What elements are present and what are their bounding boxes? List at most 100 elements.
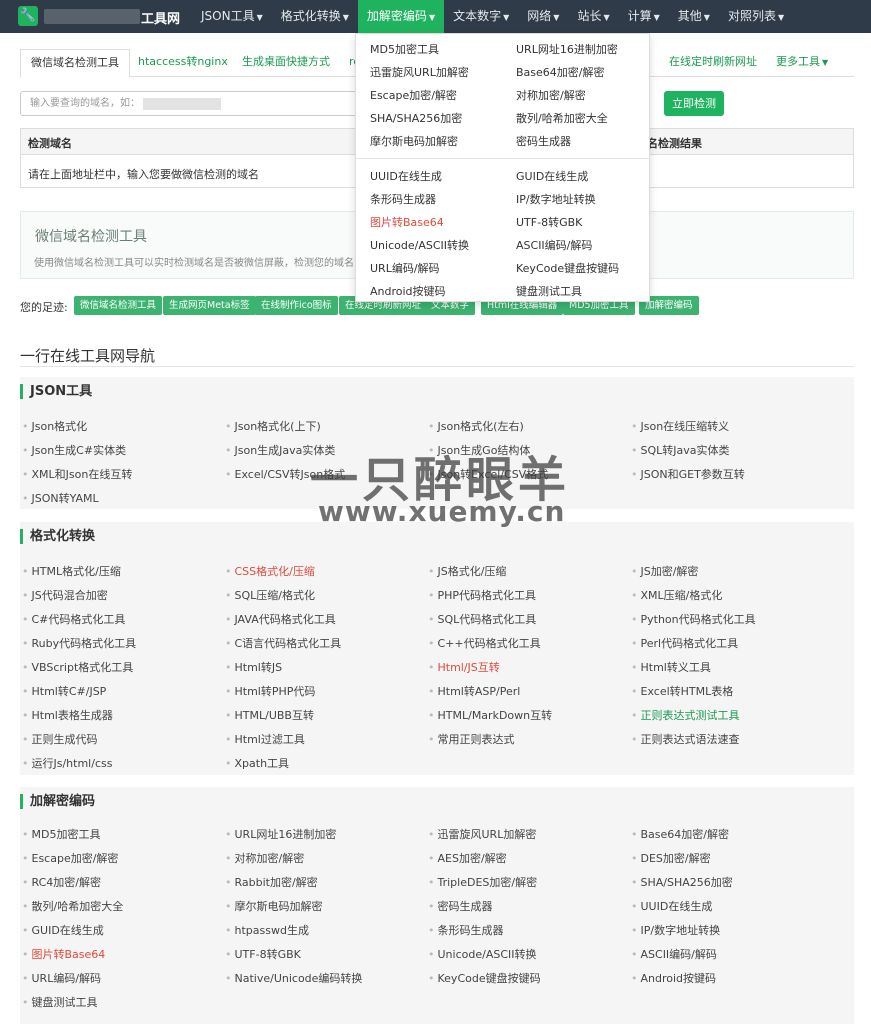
footprint-item[interactable]: 在线制作ico图标 [255, 296, 338, 315]
tool-link[interactable]: 图片转Base64 [22, 946, 106, 962]
tool-link[interactable]: PHP代码格式化工具 [428, 587, 537, 603]
tool-link[interactable]: Html表格生成器 [22, 707, 113, 723]
tool-link[interactable]: XML压缩/格式化 [631, 587, 723, 603]
tool-link[interactable]: SQL转Java实体类 [631, 442, 730, 458]
tab-wechat-domain[interactable]: 微信域名检测工具 [20, 49, 130, 78]
tool-link[interactable]: SHA/SHA256加密 [631, 874, 733, 890]
nav-text[interactable]: 文本数字 ▼ [444, 0, 518, 33]
dropdown-item[interactable]: SHA/SHA256加密 [370, 110, 462, 126]
tool-link[interactable]: VBScript格式化工具 [22, 659, 134, 675]
tool-link[interactable]: 迅雷旋风URL加解密 [428, 826, 537, 842]
tool-link[interactable]: HTML格式化/压缩 [22, 563, 121, 579]
tool-link[interactable]: Json生成C#实体类 [22, 442, 127, 458]
tool-link[interactable]: JS格式化/压缩 [428, 563, 507, 579]
tool-link[interactable]: Json在线压缩转义 [631, 418, 730, 434]
footprint-item[interactable]: 微信域名检测工具 [74, 296, 163, 315]
tool-link[interactable]: Json格式化 [22, 418, 88, 434]
tool-link[interactable]: MD5加密工具 [22, 826, 101, 842]
tool-link[interactable]: Json格式化(左右) [428, 418, 524, 434]
tool-link[interactable]: JS代码混合加密 [22, 587, 108, 603]
tool-link[interactable]: AES加密/解密 [428, 850, 507, 866]
nav-reference[interactable]: 对照列表 ▼ [719, 0, 793, 33]
tool-link[interactable]: GUID在线生成 [22, 922, 104, 938]
tool-link[interactable]: Json格式化(上下) [225, 418, 321, 434]
tool-link[interactable]: DES加密/解密 [631, 850, 711, 866]
tab-refresh-url[interactable]: 在线定时刷新网址 [669, 49, 757, 75]
dropdown-item[interactable]: UUID在线生成 [370, 168, 442, 184]
nav-crypto[interactable]: 加解密编码 ▼ [357, 0, 445, 33]
tool-link[interactable]: Base64加密/解密 [631, 826, 730, 842]
nav-other[interactable]: 其他 ▼ [669, 0, 719, 33]
tab-desktop-shortcut[interactable]: 生成桌面快捷方式 [242, 49, 330, 75]
tool-link[interactable]: C语言代码格式化工具 [225, 635, 342, 651]
check-now-button[interactable]: 立即检测 [664, 91, 724, 116]
tool-link[interactable]: Excel转HTML表格 [631, 683, 734, 699]
dropdown-item[interactable]: UTF-8转GBK [516, 214, 582, 230]
dropdown-item[interactable]: 键盘测试工具 [516, 283, 582, 299]
tool-link[interactable]: C#代码格式化工具 [22, 611, 126, 627]
dropdown-item[interactable]: Escape加密/解密 [370, 87, 457, 103]
tool-link[interactable]: URL编码/解码 [22, 970, 102, 986]
tool-link[interactable]: htpasswd生成 [225, 922, 309, 938]
tool-link[interactable]: JS加密/解密 [631, 563, 699, 579]
nav-json[interactable]: JSON工具 ▼ [192, 0, 272, 33]
dropdown-item[interactable]: MD5加密工具 [370, 41, 439, 57]
tool-link[interactable]: JSON和GET参数互转 [631, 466, 745, 482]
tool-link[interactable]: RC4加密/解密 [22, 874, 101, 890]
tool-link[interactable]: UUID在线生成 [631, 898, 713, 914]
tool-link[interactable]: Html转义工具 [631, 659, 711, 675]
tool-link[interactable]: HTML/UBB互转 [225, 707, 314, 723]
dropdown-item[interactable]: 摩尔斯电码加解密 [370, 133, 458, 149]
dropdown-item[interactable]: KeyCode键盘按键码 [516, 260, 619, 276]
tool-link[interactable]: Html转C#/JSP [22, 683, 107, 699]
tool-link[interactable]: Escape加密/解密 [22, 850, 119, 866]
tool-link[interactable]: 正则表达式语法速查 [631, 731, 740, 747]
tool-link[interactable]: Perl代码格式化工具 [631, 635, 739, 651]
nav-network[interactable]: 网络 ▼ [518, 0, 568, 33]
tool-link[interactable]: 运行Js/html/css [22, 755, 113, 771]
brand-text[interactable]: 工具网 [141, 8, 180, 27]
dropdown-item[interactable]: 条形码生成器 [370, 191, 436, 207]
tool-link[interactable]: Xpath工具 [225, 755, 290, 771]
tool-link[interactable]: Html/JS互转 [428, 659, 500, 675]
dropdown-item[interactable]: 迅雷旋风URL加解密 [370, 64, 469, 80]
dropdown-item[interactable]: ASCII编码/解码 [516, 237, 592, 253]
tool-link[interactable]: Native/Unicode编码转换 [225, 970, 363, 986]
tool-link[interactable]: Ruby代码格式化工具 [22, 635, 137, 651]
tool-link[interactable]: SQL代码格式化工具 [428, 611, 537, 627]
tool-link[interactable]: 常用正则表达式 [428, 731, 515, 747]
tool-link[interactable]: Rabbit加密/解密 [225, 874, 318, 890]
tool-link[interactable]: SQL压缩/格式化 [225, 587, 315, 603]
dropdown-item[interactable]: Base64加密/解密 [516, 64, 605, 80]
dropdown-item[interactable]: GUID在线生成 [516, 168, 588, 184]
tool-link[interactable]: Html过滤工具 [225, 731, 305, 747]
tab-more-tools[interactable]: 更多工具 ▼ [776, 49, 828, 75]
tool-link[interactable]: ASCII编码/解码 [631, 946, 717, 962]
tool-link[interactable]: 散列/哈希加密大全 [22, 898, 124, 914]
tool-link[interactable]: TripleDES加密/解密 [428, 874, 538, 890]
tool-link[interactable]: 密码生成器 [428, 898, 493, 914]
tool-link[interactable]: Html转ASP/Perl [428, 683, 521, 699]
tool-link[interactable]: 正则生成代码 [22, 731, 98, 747]
tool-link[interactable]: Unicode/ASCII转换 [428, 946, 537, 962]
tool-link[interactable]: Html转JS [225, 659, 283, 675]
tool-link[interactable]: 正则表达式测试工具 [631, 707, 740, 723]
tool-link[interactable]: C++代码格式化工具 [428, 635, 541, 651]
tool-link[interactable]: HTML/MarkDown互转 [428, 707, 553, 723]
tool-link[interactable]: IP/数字地址转换 [631, 922, 721, 938]
dropdown-item[interactable]: URL编码/解码 [370, 260, 440, 276]
dropdown-item[interactable]: 图片转Base64 [370, 214, 444, 230]
tool-link[interactable]: Python代码格式化工具 [631, 611, 756, 627]
nav-format[interactable]: 格式化转换 ▼ [272, 0, 358, 33]
tool-link[interactable]: XML和Json在线互转 [22, 466, 133, 482]
dropdown-item[interactable]: IP/数字地址转换 [516, 191, 596, 207]
dropdown-item[interactable]: URL网址16进制加密 [516, 41, 618, 57]
tool-link[interactable]: CSS格式化/压缩 [225, 563, 315, 579]
tab-htaccess[interactable]: htaccess转nginx [138, 49, 228, 75]
tool-link[interactable]: URL网址16进制加密 [225, 826, 337, 842]
dropdown-item[interactable]: 对称加密/解密 [516, 87, 586, 103]
tool-link[interactable]: 键盘测试工具 [22, 994, 98, 1010]
dropdown-item[interactable]: 散列/哈希加密大全 [516, 110, 608, 126]
tool-link[interactable]: 条形码生成器 [428, 922, 504, 938]
tool-link[interactable]: JSON转YAML [22, 490, 99, 506]
